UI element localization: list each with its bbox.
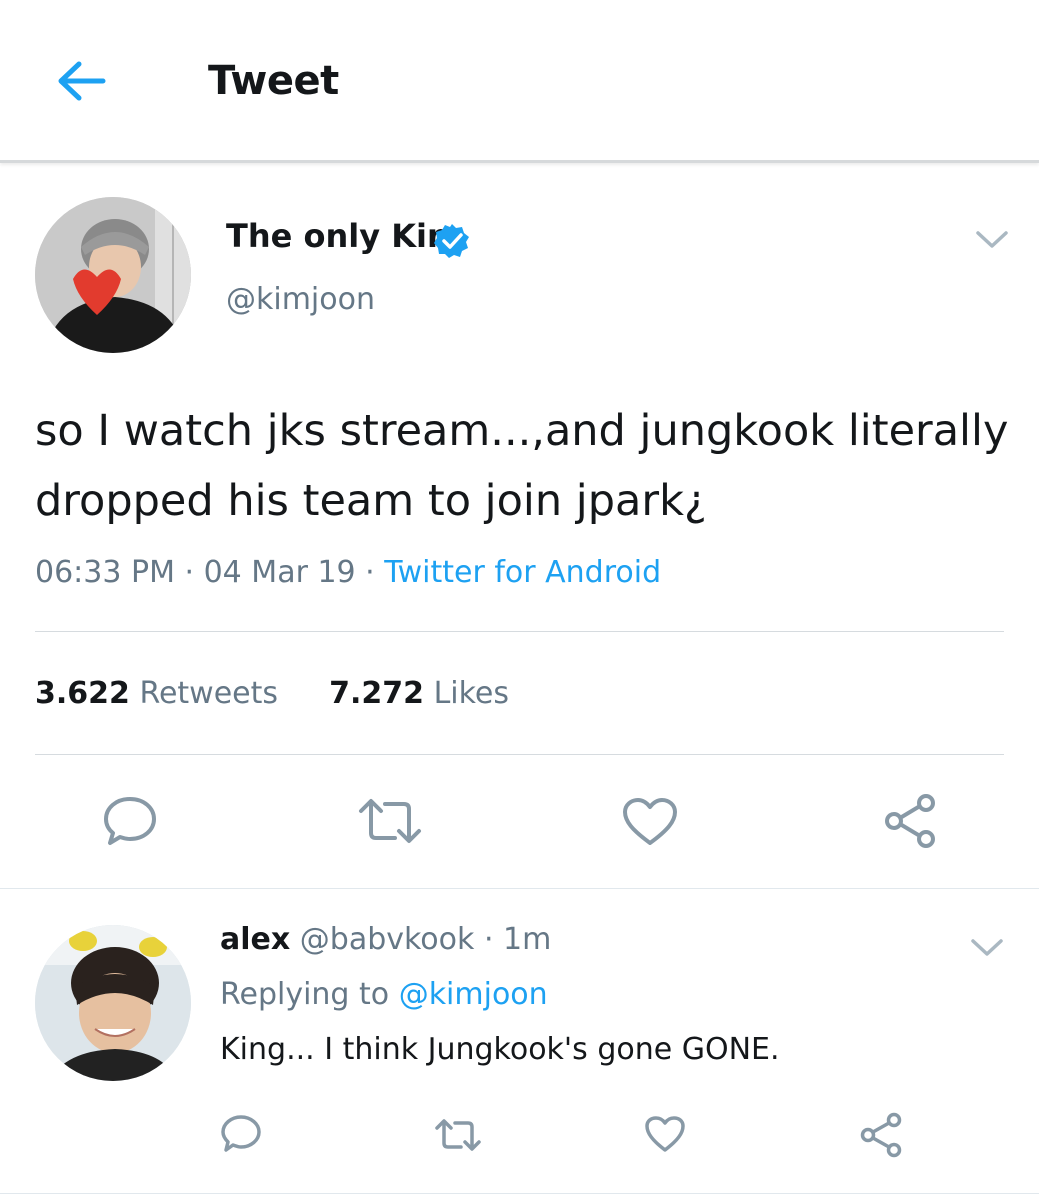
reply-icon[interactable]	[102, 795, 158, 847]
meta-separator: ·	[184, 555, 204, 590]
author-display-name[interactable]: The only Kim	[226, 217, 460, 255]
app-header: Tweet	[0, 0, 1039, 163]
page-title: Tweet	[208, 58, 339, 104]
tweet-text: so I watch jks stream...,and jungkook li…	[35, 406, 1009, 526]
divider	[0, 1193, 1039, 1194]
meta-separator: ·	[483, 922, 504, 957]
reply-age: 1m	[503, 922, 552, 957]
reply-text: King... I think Jungkook's gone GONE.	[220, 1032, 780, 1067]
likes-label: Likes	[433, 676, 510, 711]
likes-stat[interactable]: 7.272 Likes	[329, 676, 509, 711]
retweet-icon[interactable]	[357, 797, 423, 845]
reply-avatar-image	[35, 925, 191, 1081]
author-avatar[interactable]	[35, 197, 191, 353]
reply-header: alex @babvkook · 1m	[220, 922, 551, 957]
verified-badge-icon	[434, 224, 469, 258]
retweet-icon[interactable]	[434, 1117, 482, 1153]
retweets-count: 3.622	[35, 676, 130, 711]
replying-to-line: Replying to @kimjoon	[220, 977, 548, 1012]
divider	[35, 631, 1004, 632]
replying-to-prefix: Replying to	[220, 977, 390, 1012]
likes-count: 7.272	[329, 676, 425, 711]
author-handle[interactable]: @kimjoon	[226, 282, 375, 317]
retweets-stat[interactable]: 3.622 Retweets	[35, 676, 278, 711]
like-heart-icon[interactable]	[622, 797, 678, 847]
tweet-stats: 3.622 Retweets 7.272 Likes	[35, 676, 509, 711]
tweet-date: 04 Mar 19	[203, 555, 356, 590]
back-arrow-icon[interactable]	[55, 58, 107, 104]
tweet-source-link[interactable]: Twitter for Android	[384, 555, 661, 590]
chevron-down-icon[interactable]	[975, 229, 1009, 251]
tweet-time: 06:33 PM	[35, 555, 175, 590]
like-heart-icon[interactable]	[644, 1115, 686, 1153]
retweets-label: Retweets	[139, 676, 279, 711]
share-icon[interactable]	[882, 793, 938, 849]
reply-icon[interactable]	[220, 1114, 262, 1154]
chevron-down-icon[interactable]	[970, 937, 1004, 959]
divider	[0, 888, 1039, 889]
reply-author-avatar[interactable]	[35, 925, 191, 1081]
author-avatar-image	[35, 197, 191, 353]
divider	[35, 754, 1004, 755]
reply-handle[interactable]: @babvkook	[300, 922, 475, 957]
meta-separator: ·	[365, 555, 385, 590]
tweet-meta: 06:33 PM · 04 Mar 19 · Twitter for Andro…	[35, 555, 661, 590]
reply-display-name[interactable]: alex	[220, 922, 290, 957]
share-icon[interactable]	[858, 1112, 904, 1158]
replying-to-handle-link[interactable]: @kimjoon	[399, 977, 548, 1012]
